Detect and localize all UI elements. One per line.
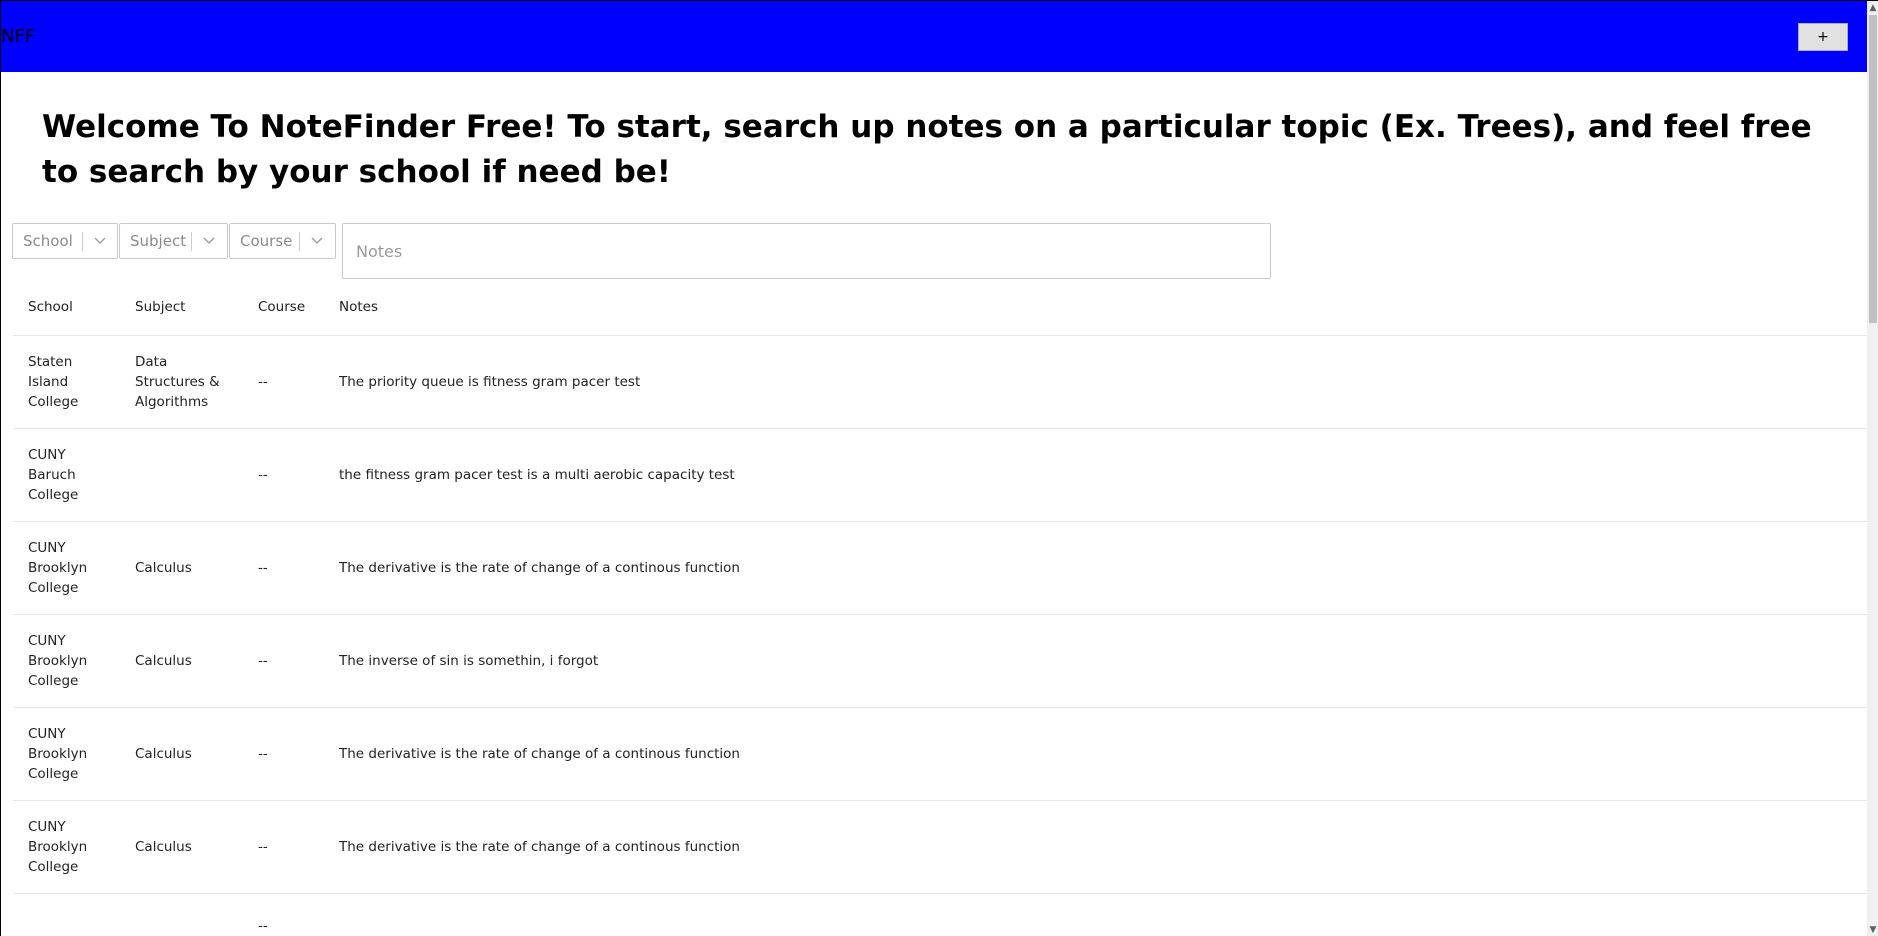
course-cell: -- <box>258 653 268 669</box>
course-cell: -- <box>258 560 268 576</box>
school-cell: Staten Island College <box>28 354 79 410</box>
course-cell: -- <box>258 918 268 934</box>
subject-cell: Calculus <box>135 839 192 855</box>
notes-cell: The derivative is the rate of change of … <box>339 560 740 576</box>
subject-cell: Calculus <box>135 653 192 669</box>
column-header-course[interactable]: Course <box>258 297 318 317</box>
table-row[interactable]: CUNY Brooklyn College Calculus -- The de… <box>13 708 1867 801</box>
school-cell: CUNY Brooklyn College <box>28 726 88 782</box>
table-row[interactable]: CUNY Brooklyn College Calculus -- The de… <box>13 801 1867 894</box>
column-header-notes[interactable]: Notes <box>339 297 1739 317</box>
dropdown-separator <box>299 232 300 251</box>
vertical-scrollbar[interactable]: ▲ ▼ <box>1867 1 1878 936</box>
course-dropdown[interactable]: Course <box>229 223 336 259</box>
school-cell: CUNY Brooklyn College <box>28 633 88 689</box>
brand-label: NFF <box>1 26 36 47</box>
table-row[interactable]: Staten Island College Data Structures & … <box>13 336 1867 429</box>
school-cell: CUNY Brooklyn College <box>28 819 88 875</box>
add-note-button[interactable]: + <box>1798 23 1848 51</box>
column-header-school[interactable]: School <box>28 297 108 317</box>
top-bar: NFF + <box>1 1 1867 72</box>
column-header-subject[interactable]: Subject <box>135 297 240 317</box>
school-dropdown[interactable]: School <box>12 223 118 259</box>
notes-cell: The priority queue is fitness gram pacer… <box>339 374 641 390</box>
school-cell: CUNY Baruch College <box>28 447 79 503</box>
subject-dropdown[interactable]: Subject <box>119 223 228 259</box>
notes-cell: The derivative is the rate of change of … <box>339 746 740 762</box>
welcome-heading: Welcome To NoteFinder Free! To start, se… <box>42 109 1812 190</box>
scroll-up-arrow-icon[interactable]: ▲ <box>1867 1 1878 15</box>
subject-cell: Calculus <box>135 746 192 762</box>
chevron-down-icon[interactable] <box>92 232 108 250</box>
app-window: NFF + ▲ ▼ Welcome To NoteFinder Free! To… <box>0 0 1878 936</box>
school-cell: CUNY Brooklyn College <box>28 540 88 596</box>
table-row[interactable]: -- <box>13 894 1867 936</box>
course-cell: -- <box>258 374 268 390</box>
scroll-down-arrow-icon[interactable]: ▼ <box>1867 923 1878 936</box>
course-cell: -- <box>258 839 268 855</box>
subject-dropdown-label: Subject <box>130 232 187 250</box>
notes-cell: the fitness gram pacer test is a multi a… <box>339 467 735 483</box>
course-dropdown-label: Course <box>240 232 293 250</box>
chevron-down-icon[interactable] <box>201 232 217 250</box>
scroll-thumb[interactable] <box>1869 15 1877 323</box>
table-row[interactable]: CUNY Baruch College -- the fitness gram … <box>13 429 1867 522</box>
course-cell: -- <box>258 746 268 762</box>
dropdown-separator <box>191 232 192 251</box>
table-row[interactable]: CUNY Brooklyn College Calculus -- The de… <box>13 522 1867 615</box>
dropdown-separator <box>82 232 83 251</box>
notes-cell: The derivative is the rate of change of … <box>339 839 740 855</box>
school-dropdown-label: School <box>23 232 73 250</box>
table-row[interactable]: CUNY Brooklyn College Calculus -- The in… <box>13 615 1867 708</box>
notes-cell: The inverse of sin is somethin, i forgot <box>339 653 599 669</box>
subject-cell: Data Structures & Algorithms <box>135 354 220 410</box>
table-header-row: School Subject Course Notes <box>13 281 1867 336</box>
subject-cell: Calculus <box>135 560 192 576</box>
notes-search-input[interactable] <box>342 223 1271 279</box>
course-cell: -- <box>258 467 268 483</box>
chevron-down-icon[interactable] <box>309 232 325 250</box>
notes-table: School Subject Course Notes Staten Islan… <box>13 281 1867 936</box>
